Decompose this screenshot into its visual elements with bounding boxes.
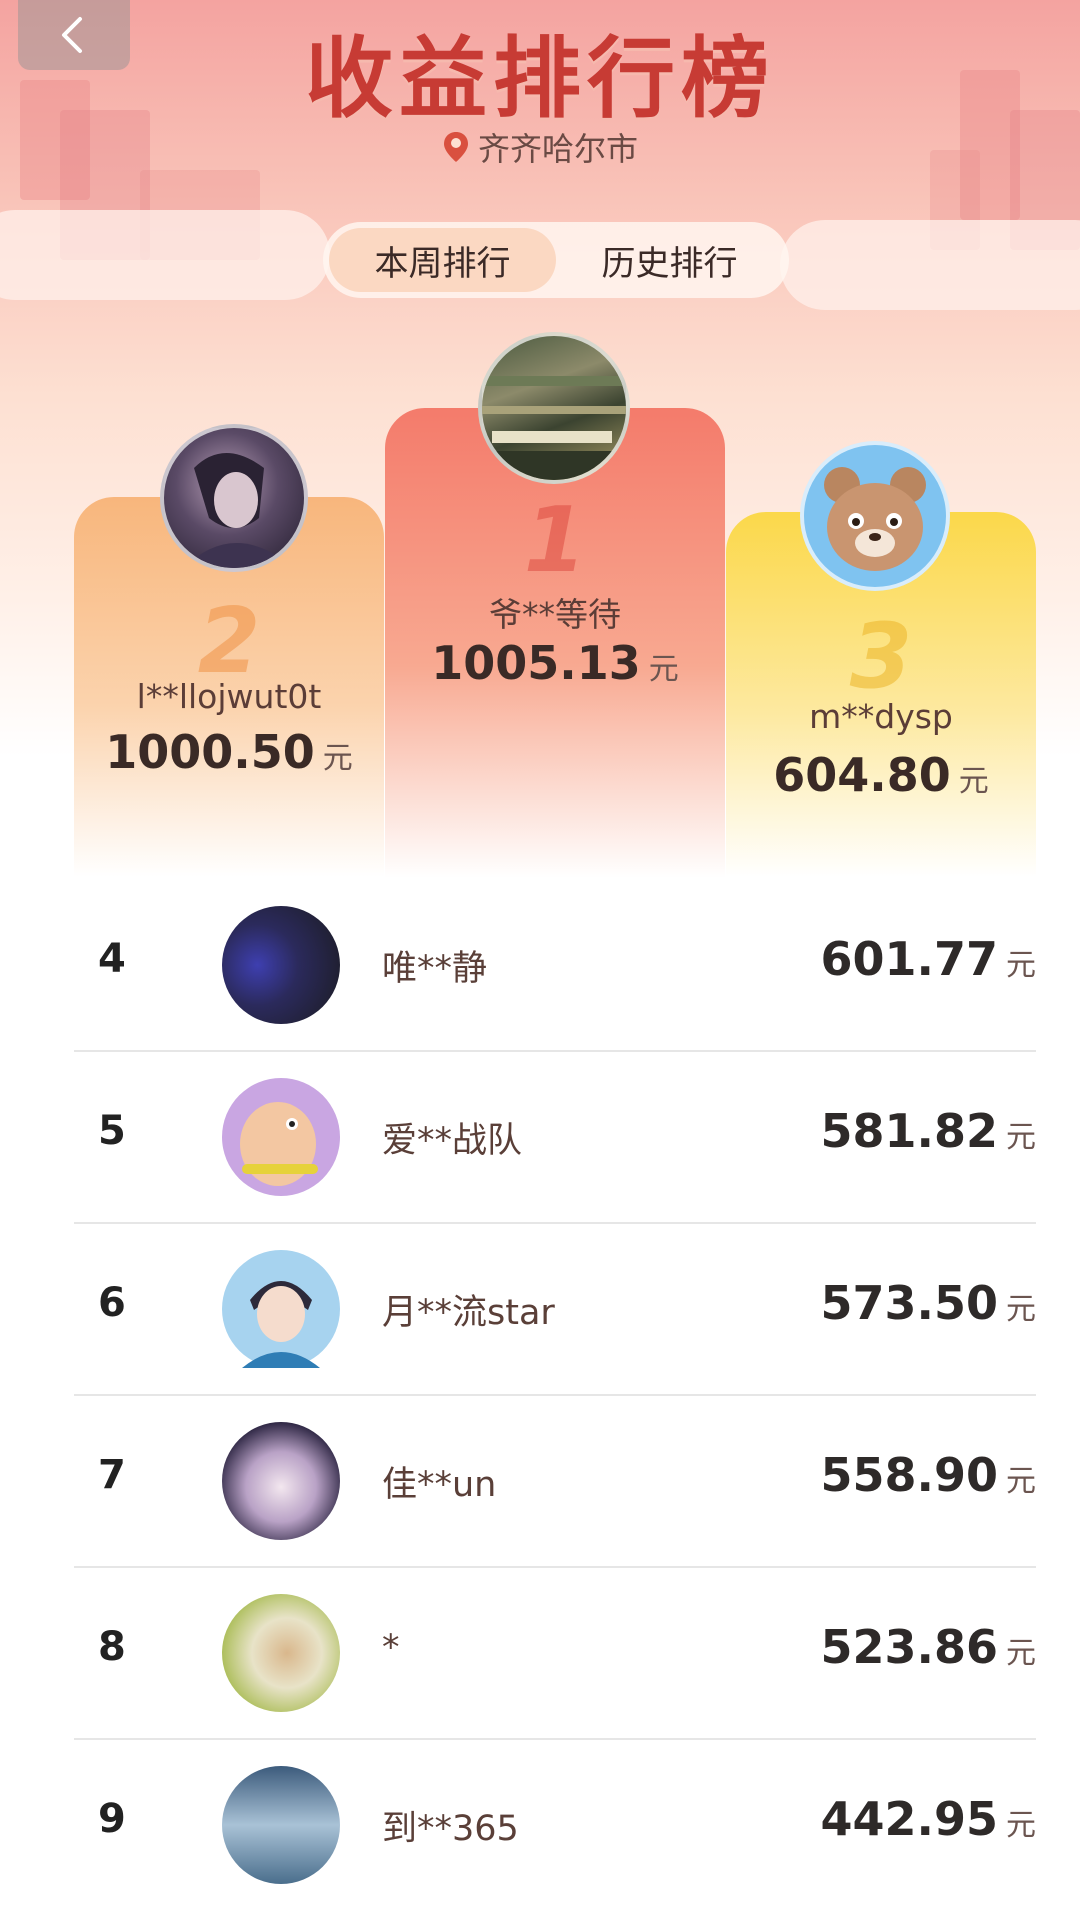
earnings-amount: 442.95 元 <box>820 1792 1036 1846</box>
earnings-amount: 573.50 元 <box>820 1276 1036 1330</box>
user-name: 佳**un <box>382 1465 497 1505</box>
user-name: 爱**战队 <box>382 1121 523 1161</box>
amount-value: 573.50 <box>820 1276 998 1330</box>
currency-unit: 元 <box>1006 948 1036 983</box>
cloud-decoration <box>780 220 1080 310</box>
rank-number: 8 <box>98 1624 126 1670</box>
list-item[interactable]: 8 * 523.86 元 <box>74 1568 1036 1740</box>
avatar[interactable] <box>800 441 950 591</box>
city-night-avatar-image <box>482 376 626 480</box>
user-name: m**dysp <box>809 697 953 736</box>
list-item[interactable]: 5 爱**战队 581.82 元 <box>74 1052 1036 1224</box>
amount-value: 523.86 <box>820 1620 998 1674</box>
avatar[interactable] <box>222 1250 340 1368</box>
rank-number: 7 <box>98 1452 126 1498</box>
rank-number: 4 <box>98 936 126 982</box>
earnings-amount: 604.80 元 <box>726 748 1036 802</box>
list-item[interactable]: 9 到**365 442.95 元 <box>74 1740 1036 1910</box>
currency-unit: 元 <box>648 652 679 687</box>
avatar[interactable] <box>160 424 308 572</box>
currency-unit: 元 <box>1006 1808 1036 1843</box>
rank-number: 3 <box>849 604 913 709</box>
avatar[interactable] <box>222 1078 340 1196</box>
amount-value: 1000.50 <box>105 725 315 779</box>
rank-number: 6 <box>98 1280 126 1326</box>
avatar[interactable] <box>222 1422 340 1540</box>
anime-boy-avatar-image <box>242 1281 320 1368</box>
anime-character-avatar-image <box>184 453 294 568</box>
earnings-amount: 523.86 元 <box>820 1620 1036 1674</box>
currency-unit: 元 <box>1006 1636 1036 1671</box>
amount-value: 1005.13 <box>431 636 641 690</box>
user-name: * <box>382 1628 400 1668</box>
rank-number: 1 <box>523 488 587 593</box>
amount-value: 442.95 <box>820 1792 998 1846</box>
currency-unit: 元 <box>1006 1120 1036 1155</box>
earnings-amount: 558.90 元 <box>820 1448 1036 1502</box>
earnings-amount: 581.82 元 <box>820 1104 1036 1158</box>
location-text: 齐齐哈尔市 <box>477 130 638 168</box>
currency-unit: 元 <box>1006 1464 1036 1499</box>
amount-value: 601.77 <box>820 932 998 986</box>
list-item[interactable]: 6 月**流star 573.50 元 <box>74 1224 1036 1396</box>
user-name: 唯**静 <box>382 949 488 989</box>
tab-history[interactable]: 历史排行 <box>556 228 783 292</box>
tab-weekly[interactable]: 本周排行 <box>329 228 556 292</box>
currency-unit: 元 <box>322 741 353 776</box>
currency-unit: 元 <box>1006 1292 1036 1327</box>
page-title: 收益排行榜 <box>304 27 775 130</box>
avatar[interactable] <box>222 1594 340 1712</box>
avatar[interactable] <box>222 906 340 1024</box>
avatar[interactable] <box>222 1766 340 1884</box>
list-item[interactable]: 7 佳**un 558.90 元 <box>74 1396 1036 1568</box>
location-label: 齐齐哈尔市 <box>0 124 1080 170</box>
map-pin-icon <box>443 132 468 162</box>
currency-unit: 元 <box>958 764 989 799</box>
amount-value: 558.90 <box>820 1448 998 1502</box>
ranking-list: 4 唯**静 601.77 元 5 爱**战队 581.82 元 6 月**流sta… <box>74 880 1036 1910</box>
user-name: 到**365 <box>382 1809 519 1849</box>
avatar[interactable] <box>478 332 630 484</box>
amount-value: 604.80 <box>773 748 951 802</box>
user-name: 月**流star <box>382 1293 555 1333</box>
rank-number: 5 <box>98 1108 126 1154</box>
user-name: 爷**等待 <box>489 595 621 634</box>
earnings-amount: 601.77 元 <box>820 932 1036 986</box>
list-item[interactable]: 4 唯**静 601.77 元 <box>74 880 1036 1052</box>
cloud-decoration <box>0 210 330 300</box>
ranking-tabs: 本周排行 历史排行 <box>323 222 789 298</box>
rank-number: 9 <box>98 1796 126 1842</box>
earnings-amount: 1000.50 元 <box>74 725 384 779</box>
user-name: l**llojwut0t <box>136 677 322 716</box>
earnings-amount: 1005.13 元 <box>385 636 725 690</box>
amount-value: 581.82 <box>820 1104 998 1158</box>
bear-avatar-image <box>824 467 926 571</box>
cartoon-avatar-image <box>240 1102 318 1186</box>
